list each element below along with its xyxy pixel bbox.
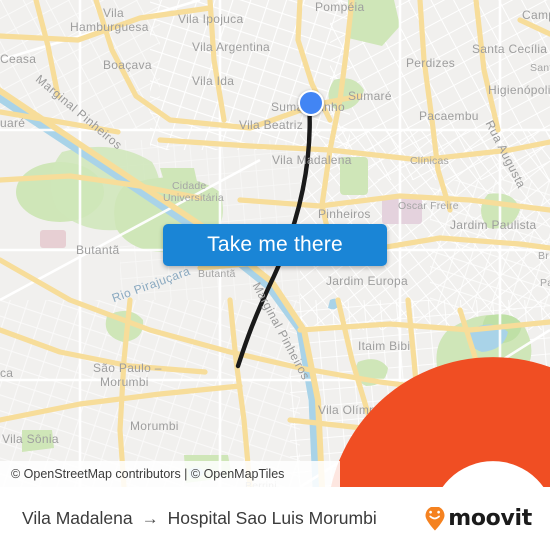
map-attribution: © OpenStreetMap contributors | © OpenMap… (0, 461, 340, 487)
moovit-route-map-screen: VilaHamburguesaVila IpojucaPompéiaCampoV… (0, 0, 550, 550)
route-destination-label: Hospital Sao Luis Morumbi (167, 508, 377, 528)
route-summary: Vila Madalena → Hospital Sao Luis Morumb… (22, 508, 424, 529)
take-me-there-label: Take me there (207, 233, 343, 256)
route-footer: Vila Madalena → Hospital Sao Luis Morumb… (0, 487, 550, 550)
destination-marker[interactable] (218, 346, 550, 487)
route-origin-label: Vila Madalena (22, 508, 133, 528)
take-me-there-button[interactable]: Take me there (163, 224, 387, 266)
moovit-pin-smile-icon (424, 505, 446, 531)
attribution-text: © OpenStreetMap contributors | © OpenMap… (11, 467, 285, 481)
moovit-wordmark: moovit (448, 506, 532, 531)
moovit-logo[interactable]: moovit (424, 505, 532, 531)
arrow-right-icon: → (141, 509, 159, 528)
origin-marker[interactable] (298, 90, 324, 116)
